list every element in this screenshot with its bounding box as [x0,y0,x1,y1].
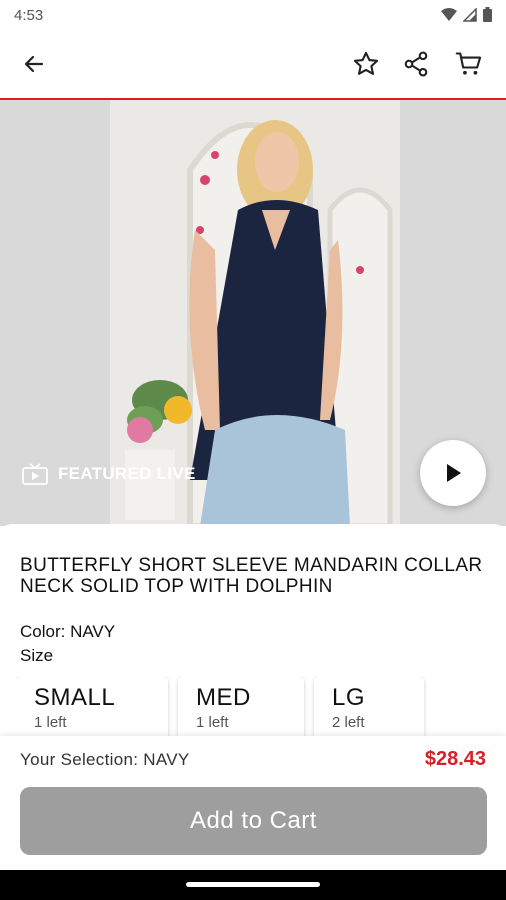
size-option-med[interactable]: MED 1 left [178,676,304,736]
size-options: SMALL 1 left MED 1 left LG 2 left [16,676,506,736]
size-name: SMALL [34,684,116,711]
selection-text: Your Selection: NAVY [20,750,190,769]
back-button[interactable] [16,46,52,82]
featured-live-label: FEATURED LIVE [22,463,196,485]
star-icon [353,51,379,75]
cart-button[interactable] [451,46,487,82]
status-icons [441,7,492,22]
size-label: Size [20,646,54,665]
size-name: LG [332,684,366,711]
status-time: 4:53 [14,7,44,24]
signal-icon [463,7,477,22]
price: $28.43 [424,748,486,770]
share-icon [404,51,428,77]
product-title: BUTTERFLY SHORT SLEEVE MANDARIN COLLAR N… [20,555,483,597]
share-button[interactable] [398,46,434,82]
live-tv-icon [22,463,48,485]
size-stock: 1 left [34,714,67,731]
add-to-cart-button[interactable]: Add to Cart [20,787,487,855]
arrow-left-icon [24,55,44,73]
size-name: MED [196,684,251,711]
home-gesture-handle[interactable] [186,882,320,887]
wifi-icon [441,7,457,21]
battery-icon [483,7,492,22]
play-video-button[interactable] [420,440,486,506]
app-bar [0,32,506,100]
favorite-button[interactable] [348,46,384,82]
size-option-small[interactable]: SMALL 1 left [16,676,168,736]
status-bar: 4:53 [0,0,506,32]
play-icon [447,464,461,482]
cart-icon [455,52,482,75]
size-stock: 1 left [196,714,229,731]
featured-live-text: FEATURED LIVE [58,464,196,483]
size-option-lg[interactable]: LG 2 left [314,676,424,736]
size-stock: 2 left [332,714,365,731]
color-label: Color: NAVY [20,622,116,641]
